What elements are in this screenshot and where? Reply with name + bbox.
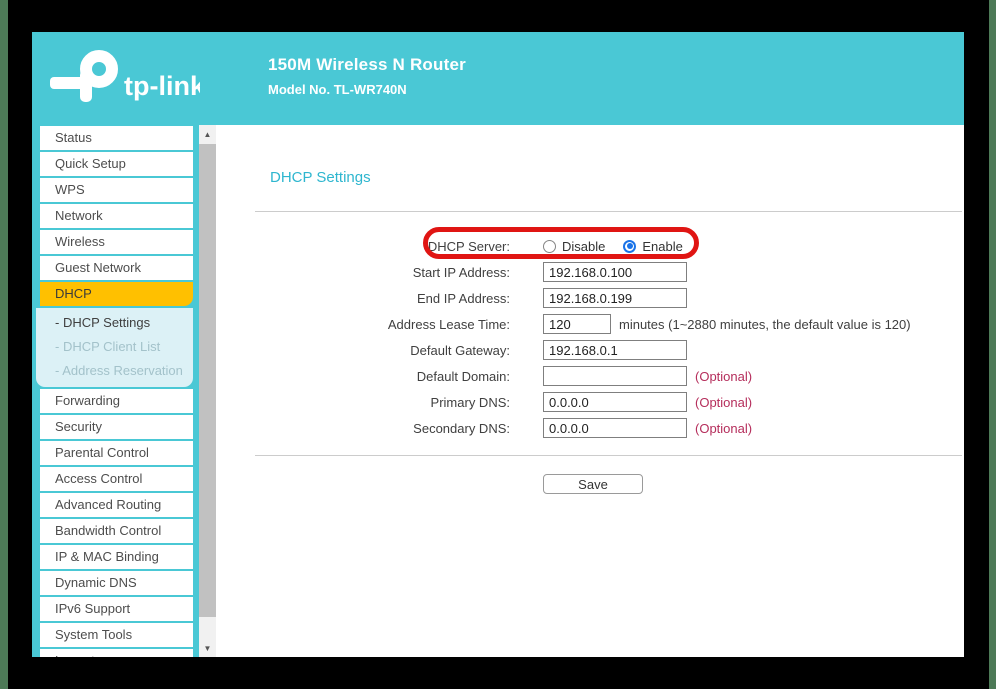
save-button[interactable]: Save: [543, 474, 643, 494]
secondary-dns-label: Secondary DNS:: [216, 421, 510, 436]
router-admin-page: tp-link 150M Wireless N Router Model No.…: [32, 32, 964, 657]
default-domain-label: Default Domain:: [216, 369, 510, 384]
sidebar-subitem-address-reservation[interactable]: - Address Reservation: [36, 359, 193, 383]
sidebar-item-access-control[interactable]: Access Control: [40, 467, 193, 491]
address-lease-time-label: Address Lease Time:: [216, 317, 510, 332]
sidebar-item-advanced-routing[interactable]: Advanced Routing: [40, 493, 193, 517]
form-row-start-ip-address: Start IP Address:: [216, 259, 946, 285]
desktop-edge-right: [989, 0, 996, 689]
product-title: 150M Wireless N Router: [268, 55, 466, 75]
scrollbar-down-button[interactable]: ▼: [199, 639, 216, 657]
secondary-dns-note: (Optional): [695, 421, 752, 436]
sidebar-item-security[interactable]: Security: [40, 415, 193, 439]
sidebar-subitem-dhcp-settings[interactable]: - DHCP Settings: [36, 311, 193, 335]
sidebar-item-guest-network[interactable]: Guest Network: [40, 256, 193, 280]
header-bar: tp-link 150M Wireless N Router Model No.…: [32, 32, 964, 125]
scrollbar-thumb[interactable]: [199, 144, 216, 617]
sidebar-item-bandwidth-control[interactable]: Bandwidth Control: [40, 519, 193, 543]
desktop-edge-left: [0, 0, 8, 689]
form-row-dhcp-server: DHCP Server: Disable Enable: [216, 233, 946, 259]
primary-dns-note: (Optional): [695, 395, 752, 410]
default-domain-note: (Optional): [695, 369, 752, 384]
sidebar-scrollbar[interactable]: ▲ ▼: [199, 125, 216, 657]
header-titles: 150M Wireless N Router Model No. TL-WR74…: [268, 55, 466, 97]
default-gateway-label: Default Gateway:: [216, 343, 510, 358]
sidebar-item-wireless[interactable]: Wireless: [40, 230, 193, 254]
model-number: Model No. TL-WR740N: [268, 82, 466, 97]
primary-dns-label: Primary DNS:: [216, 395, 510, 410]
sidebar-item-dynamic-dns[interactable]: Dynamic DNS: [40, 571, 193, 595]
divider-bottom: [255, 455, 962, 456]
sidebar-subitem-dhcp-client-list[interactable]: - DHCP Client List: [36, 335, 193, 359]
end-ip-address-label: End IP Address:: [216, 291, 510, 306]
scroll-up-icon: ▲: [204, 130, 212, 139]
form-row-address-lease-time: Address Lease Time: minutes (1~2880 minut…: [216, 311, 946, 337]
sidebar-item-parental-control[interactable]: Parental Control: [40, 441, 193, 465]
sidebar-item-wps[interactable]: WPS: [40, 178, 193, 202]
address-lease-time-note: minutes (1~2880 minutes, the default val…: [619, 317, 911, 332]
secondary-dns-input[interactable]: [543, 418, 687, 438]
sidebar-menu: StatusQuick SetupWPSNetworkWirelessGuest…: [32, 125, 199, 657]
sidebar-item-quick-setup[interactable]: Quick Setup: [40, 152, 193, 176]
sidebar-item-dhcp[interactable]: DHCP: [40, 282, 193, 306]
scrollbar-up-button[interactable]: ▲: [199, 125, 216, 143]
primary-dns-input[interactable]: [543, 392, 687, 412]
dhcp-disable-label: Disable: [562, 239, 605, 254]
sidebar-item-system-tools[interactable]: System Tools: [40, 623, 193, 647]
start-ip-address-input[interactable]: [543, 262, 687, 282]
default-gateway-input[interactable]: [543, 340, 687, 360]
dhcp-enable-radio[interactable]: [623, 240, 636, 253]
divider-top: [255, 211, 962, 212]
sidebar-item-network[interactable]: Network: [40, 204, 193, 228]
sidebar-item-status[interactable]: Status: [40, 126, 193, 150]
form-row-default-domain: Default Domain: (Optional): [216, 363, 946, 389]
default-domain-input[interactable]: [543, 366, 687, 386]
form-row-default-gateway: Default Gateway:: [216, 337, 946, 363]
form-row-primary-dns: Primary DNS: (Optional): [216, 389, 946, 415]
end-ip-address-input[interactable]: [543, 288, 687, 308]
sidebar-item-logout[interactable]: Logout: [40, 649, 193, 657]
address-lease-time-input[interactable]: [543, 314, 611, 334]
sidebar-item-ipv6-support[interactable]: IPv6 Support: [40, 597, 193, 621]
form-row-end-ip-address: End IP Address:: [216, 285, 946, 311]
form-row-secondary-dns: Secondary DNS: (Optional): [216, 415, 946, 441]
scroll-down-icon: ▼: [204, 644, 212, 653]
dhcp-disable-radio[interactable]: [543, 240, 556, 253]
dhcp-server-label: DHCP Server:: [216, 239, 510, 254]
sidebar-item-ip-mac-binding[interactable]: IP & MAC Binding: [40, 545, 193, 569]
main-content: DHCP Settings DHCP Server: Disable Enabl…: [216, 125, 964, 657]
sidebar-submenu: - DHCP Settings- DHCP Client List- Addre…: [36, 308, 193, 387]
brand-text: tp-link: [124, 71, 200, 101]
start-ip-address-label: Start IP Address:: [216, 265, 510, 280]
page-title: DHCP Settings: [270, 169, 371, 186]
tp-link-logo: tp-link: [50, 47, 200, 109]
sidebar-item-forwarding[interactable]: Forwarding: [40, 389, 193, 413]
dhcp-enable-label: Enable: [642, 239, 682, 254]
